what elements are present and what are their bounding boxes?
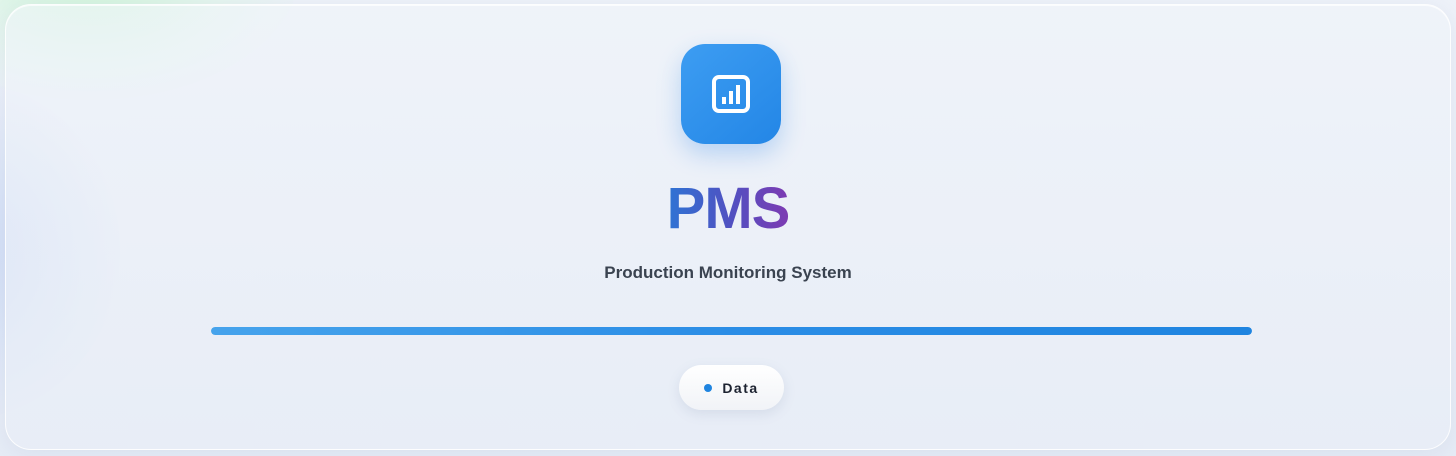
status-label: Data xyxy=(722,379,759,396)
loading-progress-fill xyxy=(211,327,1252,335)
app-subtitle: Production Monitoring System xyxy=(604,263,852,282)
status-dot-icon xyxy=(704,383,713,392)
loading-progress-bar xyxy=(211,327,1252,335)
app-logo xyxy=(681,44,781,144)
chart-report-icon xyxy=(712,75,750,113)
status-badge: Data xyxy=(679,365,784,410)
app-title: PMS xyxy=(666,176,791,241)
app-title-wrap: PMS xyxy=(0,176,1456,242)
